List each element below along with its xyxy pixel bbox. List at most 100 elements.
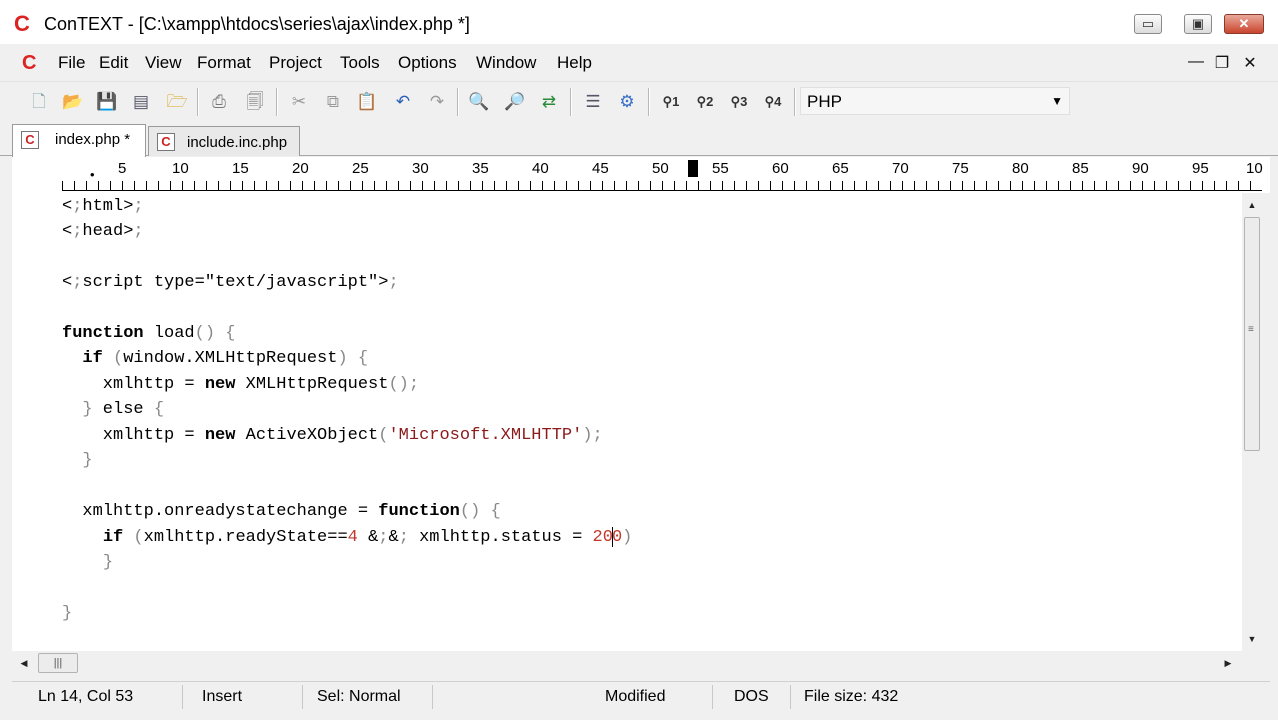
highlighter-2-icon[interactable]: ⚲2 xyxy=(690,90,720,114)
paste-icon[interactable]: 📋 xyxy=(354,90,380,114)
replace-icon[interactable]: ⇄ xyxy=(536,90,562,114)
scroll-down-icon[interactable]: ▼ xyxy=(1242,629,1262,649)
menu-project[interactable]: Project xyxy=(269,53,322,73)
code-area[interactable]: <;html>; <;head>; <;script type="text/ja… xyxy=(62,193,1242,651)
selection-mode: Sel: Normal xyxy=(317,688,401,705)
file-icon: C xyxy=(21,131,39,149)
toolbar-separator xyxy=(570,88,572,116)
scroll-left-icon[interactable]: ◀ xyxy=(14,653,34,673)
toolbar-separator xyxy=(457,88,459,116)
app-window: C ConTEXT - [C:\xampp\htdocs\series\ajax… xyxy=(0,0,1278,720)
save-all-icon[interactable]: ▤ xyxy=(128,90,154,114)
new-file-icon[interactable]: 🗋 xyxy=(26,90,52,114)
ruler-number: 10 xyxy=(172,160,189,177)
ruler-cursor-marker xyxy=(688,160,698,177)
code-line-2: <;head>; xyxy=(62,222,144,241)
language-select[interactable]: PHP ▼ xyxy=(800,87,1070,115)
menu-tools[interactable]: Tools xyxy=(340,53,380,73)
menu-view[interactable]: View xyxy=(145,53,182,73)
app-logo-icon: C xyxy=(14,11,30,36)
ruler-number: 10 xyxy=(1246,160,1263,177)
settings-icon[interactable]: ⚙ xyxy=(614,90,640,114)
print-preview-icon[interactable]: 🗐 xyxy=(242,90,268,114)
redo-icon[interactable]: ↷ xyxy=(424,90,450,114)
ruler-number: 95 xyxy=(1192,160,1209,177)
vertical-scrollbar[interactable]: ▲ ≡ ▼ xyxy=(1242,193,1262,651)
find-icon[interactable]: 🔍 xyxy=(466,90,492,114)
toolbar-separator xyxy=(648,88,650,116)
ruler-number: 50 xyxy=(652,160,669,177)
mdi-restore-icon[interactable]: ❐ xyxy=(1212,53,1232,73)
highlighter-4-icon[interactable]: ⚲4 xyxy=(758,90,788,114)
window-title: ConTEXT - [C:\xampp\htdocs\series\ajax\i… xyxy=(44,14,470,34)
scroll-up-icon[interactable]: ▲ xyxy=(1242,195,1262,215)
save-icon[interactable]: 💾 xyxy=(94,90,120,114)
tab-include-inc-php[interactable]: C include.inc.php xyxy=(148,126,300,156)
code-editor[interactable]: <;html>; <;head>; <;script type="text/ja… xyxy=(12,193,1242,651)
minimize-button[interactable]: ▭ xyxy=(1134,14,1162,34)
minimize-icon: ▭ xyxy=(1141,16,1155,31)
ruler-number: 60 xyxy=(772,160,789,177)
code-line-15: } xyxy=(102,553,114,572)
print-icon[interactable]: ⎙ xyxy=(206,90,232,114)
word-wrap-icon[interactable]: ☰ xyxy=(580,90,606,114)
menu-bar: C File Edit View Format Project Tools Op… xyxy=(0,44,1278,82)
ruler-number: 55 xyxy=(712,160,729,177)
status-separator xyxy=(432,685,433,709)
tab-index-php[interactable]: C index.php * xyxy=(12,124,146,157)
code-line-4: <;script type="text/javascript">; xyxy=(62,273,399,292)
mdi-minimize-icon[interactable]: — xyxy=(1186,53,1206,71)
close-icon: ✕ xyxy=(1238,16,1250,31)
ruler-number: 70 xyxy=(892,160,909,177)
file-icon: C xyxy=(157,133,175,151)
grip-icon: ≡ xyxy=(1248,324,1254,335)
toolbar: 🗋 📂 💾 ▤ 🗁 ⎙ 🗐 ✂ ⧉ 📋 ↶ ↷ 🔍 🔎 ⇄ ☰ ⚙ ⚲1 ⚲2 … xyxy=(0,82,1278,122)
open-file-icon[interactable]: 📂 xyxy=(60,90,86,114)
menu-window[interactable]: Window xyxy=(476,53,536,73)
code-line-7: if (window.XMLHttpRequest) { xyxy=(82,349,369,368)
cut-icon[interactable]: ✂ xyxy=(286,90,312,114)
scroll-right-icon[interactable]: ▶ xyxy=(1218,653,1238,673)
status-bar: Ln 14, Col 53 Insert Sel: Normal Modifie… xyxy=(12,681,1270,711)
mdi-close-icon[interactable]: ✕ xyxy=(1240,53,1260,73)
toolbar-separator xyxy=(794,88,796,116)
code-line-11: } xyxy=(82,451,93,470)
copy-icon[interactable]: ⧉ xyxy=(320,90,346,114)
ruler: • 5 10 15 20 25 30 35 40 45 50 55 60 65 … xyxy=(12,157,1270,193)
highlighter-3-icon[interactable]: ⚲3 xyxy=(724,90,754,114)
tab-label: include.inc.php xyxy=(187,134,288,151)
code-line-9: } else { xyxy=(82,400,165,419)
ruler-number: 75 xyxy=(952,160,969,177)
code-line-1: <;html>; xyxy=(62,197,144,216)
maximize-icon: ▣ xyxy=(1191,16,1205,31)
status-separator xyxy=(712,685,713,709)
menu-file[interactable]: File xyxy=(58,53,85,73)
close-button[interactable]: ✕ xyxy=(1224,14,1264,34)
status-separator xyxy=(182,685,183,709)
open-folder-icon[interactable]: 🗁 xyxy=(164,90,190,114)
title-bar: C ConTEXT - [C:\xampp\htdocs\series\ajax… xyxy=(0,0,1278,44)
menu-edit[interactable]: Edit xyxy=(99,53,128,73)
highlighter-1-icon[interactable]: ⚲1 xyxy=(656,90,686,114)
ruler-number: 5 xyxy=(118,160,127,177)
ruler-ticks xyxy=(62,181,1262,191)
menu-options[interactable]: Options xyxy=(398,53,457,73)
menu-help[interactable]: Help xyxy=(557,53,592,73)
horizontal-scrollbar[interactable]: ◀ ||| ▶ xyxy=(12,651,1242,675)
cursor-position: Ln 14, Col 53 xyxy=(38,688,134,705)
ruler-number: 45 xyxy=(592,160,609,177)
status-separator xyxy=(302,685,303,709)
vertical-scroll-thumb[interactable]: ≡ xyxy=(1244,217,1260,451)
ruler-dot: • xyxy=(90,167,95,182)
undo-icon[interactable]: ↶ xyxy=(390,90,416,114)
menu-format[interactable]: Format xyxy=(197,53,251,73)
modified-status: Modified xyxy=(605,688,666,705)
file-size: File size: 432 xyxy=(804,688,899,705)
code-line-6: function load() { xyxy=(62,324,236,343)
find-next-icon[interactable]: 🔎 xyxy=(502,90,528,114)
ruler-number: 25 xyxy=(352,160,369,177)
horizontal-scroll-thumb[interactable]: ||| xyxy=(38,653,78,673)
ruler-number: 35 xyxy=(472,160,489,177)
document-logo-icon[interactable]: C xyxy=(22,52,36,75)
maximize-button[interactable]: ▣ xyxy=(1184,14,1212,34)
